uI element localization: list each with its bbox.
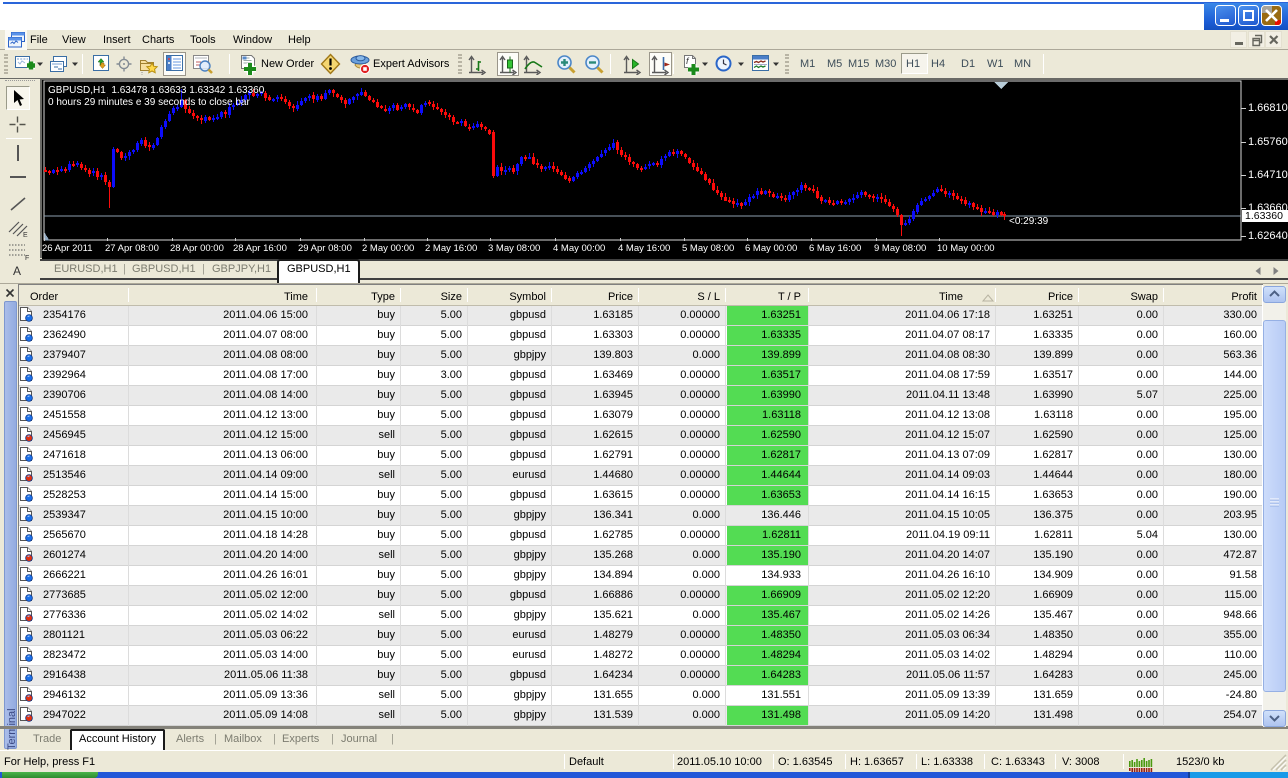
- svg-text:F: F: [25, 255, 29, 262]
- svg-text:E: E: [23, 232, 28, 238]
